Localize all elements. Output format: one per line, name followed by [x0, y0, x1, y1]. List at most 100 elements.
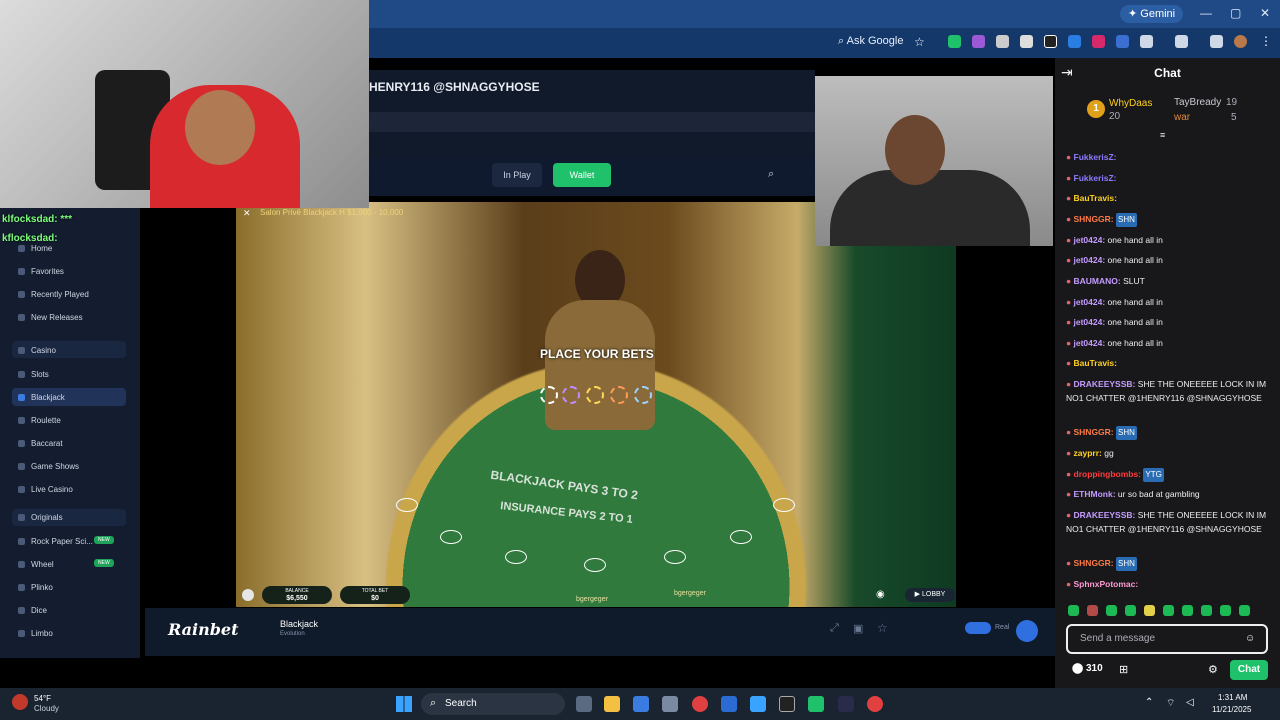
chip-button[interactable]: [562, 386, 580, 404]
extension-icon[interactable]: [1068, 35, 1081, 48]
betting-spot[interactable]: [584, 558, 606, 572]
sidebar-item-slots[interactable]: Slots: [18, 370, 49, 379]
chat-username[interactable]: ETHMonk:: [1074, 489, 1116, 499]
chrome-icon[interactable]: [692, 696, 708, 712]
chat-message-input[interactable]: Send a message: [1066, 624, 1268, 654]
emote-icon[interactable]: [1239, 605, 1250, 616]
windows-start-icon[interactable]: [396, 696, 412, 712]
maximize-button[interactable]: ▢: [1230, 6, 1241, 20]
speaker-icon[interactable]: ◁: [1186, 697, 1194, 708]
chat-username[interactable]: jet0424:: [1074, 338, 1106, 348]
emote-icon[interactable]: [1068, 605, 1079, 616]
sidebar-item-new-releases[interactable]: New Releases: [18, 313, 83, 322]
extension-icon[interactable]: [1116, 35, 1129, 48]
support-headset-icon[interactable]: [1016, 620, 1038, 642]
betting-spot[interactable]: [773, 498, 795, 512]
weather-desc[interactable]: Cloudy: [34, 704, 59, 713]
chat-username[interactable]: BauTravis:: [1074, 193, 1117, 203]
chat-username[interactable]: SphnxPotomac:: [1074, 579, 1139, 589]
chip-button[interactable]: [586, 386, 604, 404]
store-icon[interactable]: [662, 696, 678, 712]
chat-username[interactable]: DRAKEEYSSB:: [1074, 510, 1136, 520]
extension-icon[interactable]: [972, 35, 985, 48]
app-icon[interactable]: [838, 696, 854, 712]
sidebar-item-rock-paper-scissors[interactable]: Rock Paper Sci... NEW: [18, 536, 114, 546]
emote-icon[interactable]: [1087, 605, 1098, 616]
chat-username[interactable]: DRAKEEYSSB:: [1074, 379, 1136, 389]
extension-icon[interactable]: [948, 35, 961, 48]
chat-username[interactable]: jet0424:: [1074, 317, 1106, 327]
settings-icon[interactable]: [242, 589, 254, 601]
lobby-button[interactable]: ▶ LOBBY: [905, 588, 955, 602]
leaderboard-name[interactable]: TayBready: [1174, 97, 1221, 108]
sidebar-item-dice[interactable]: Dice: [18, 606, 47, 615]
app-icon[interactable]: [808, 696, 824, 712]
extension-icon[interactable]: [996, 35, 1009, 48]
sidebar-item-plinko[interactable]: Plinko: [18, 583, 53, 592]
chat-username[interactable]: SHNGGR:: [1074, 427, 1114, 437]
sidebar-item-roulette[interactable]: Roulette: [18, 416, 61, 425]
ask-google-button[interactable]: ⌕ Ask Google: [838, 35, 903, 48]
weather-icon[interactable]: [12, 694, 28, 710]
app-icon[interactable]: [750, 696, 766, 712]
channel-points[interactable]: ⬤ 310: [1072, 663, 1103, 674]
eye-icon[interactable]: ◉: [876, 589, 885, 600]
emote-icon[interactable]: [1163, 605, 1174, 616]
leaderboard-name[interactable]: WhyDaas: [1109, 98, 1152, 109]
betting-spot[interactable]: [664, 550, 686, 564]
chat-username[interactable]: jet0424:: [1074, 297, 1106, 307]
betting-spot[interactable]: [440, 530, 462, 544]
chat-username[interactable]: FukkerisZ:: [1074, 152, 1117, 162]
rainbet-logo[interactable]: Rainbet: [168, 620, 239, 639]
clock-time[interactable]: 1:31 AM: [1218, 693, 1247, 702]
sidebar-item-blackjack[interactable]: Blackjack: [18, 393, 65, 402]
leaderboard-expand-icon[interactable]: ≡: [1160, 130, 1165, 140]
betting-spot[interactable]: [396, 498, 418, 512]
tray-chevron-icon[interactable]: ⌃: [1145, 697, 1153, 708]
chip-button[interactable]: [634, 386, 652, 404]
favorite-star-icon[interactable]: ☆: [877, 621, 888, 635]
gift-icon[interactable]: ⊞: [1119, 663, 1128, 676]
chat-username[interactable]: jet0424:: [1074, 255, 1106, 265]
betting-spot[interactable]: [730, 530, 752, 544]
emote-picker-icon[interactable]: ☺: [1245, 633, 1255, 644]
taskbar-search[interactable]: Search: [421, 693, 565, 715]
theater-icon[interactable]: ▣: [853, 622, 863, 635]
chat-username[interactable]: BAUMANO:: [1074, 276, 1121, 286]
chat-username[interactable]: SHNGGR:: [1074, 558, 1114, 568]
sidepanel-icon[interactable]: [1175, 35, 1188, 48]
emote-icon[interactable]: [1144, 605, 1155, 616]
media-icon[interactable]: [1210, 35, 1223, 48]
clock-date[interactable]: 11/21/2025: [1212, 705, 1251, 714]
emote-icon[interactable]: [1220, 605, 1231, 616]
leaderboard-name[interactable]: war: [1174, 112, 1190, 123]
sidebar-item-live-casino[interactable]: Live Casino: [18, 485, 73, 494]
browser-menu-icon[interactable]: ⋮: [1260, 34, 1272, 48]
in-play-tab[interactable]: In Play: [492, 163, 542, 187]
emote-icon[interactable]: [1125, 605, 1136, 616]
chat-username[interactable]: droppingbombs:: [1074, 469, 1142, 479]
bookmark-star-icon[interactable]: ☆: [914, 35, 925, 49]
chip-button[interactable]: [540, 386, 558, 404]
sidebar-item-wheel[interactable]: Wheel NEW: [18, 559, 114, 569]
sidebar-item-originals[interactable]: Originals: [18, 513, 63, 522]
wifi-icon[interactable]: ⌔: [1166, 697, 1175, 710]
gemini-button[interactable]: ✦ Gemini: [1120, 5, 1184, 23]
real-mode-toggle[interactable]: [965, 622, 991, 634]
mail-icon[interactable]: [721, 696, 737, 712]
sidebar-item-casino[interactable]: Casino: [18, 346, 56, 355]
minimize-button[interactable]: —: [1200, 6, 1212, 20]
fullscreen-icon[interactable]: ⤢: [830, 622, 839, 635]
chrome-icon[interactable]: [867, 696, 883, 712]
chat-username[interactable]: zayprr:: [1074, 448, 1102, 458]
sidebar-item-limbo[interactable]: Limbo: [18, 629, 53, 638]
chat-username[interactable]: SHNGGR:: [1074, 214, 1114, 224]
chat-username[interactable]: BauTravis:: [1074, 358, 1117, 368]
search-icon[interactable]: ⌕: [768, 168, 774, 181]
weather-temp[interactable]: 54°F: [34, 694, 51, 703]
rainbet-search-bar[interactable]: [369, 112, 815, 132]
chat-username[interactable]: jet0424:: [1074, 235, 1106, 245]
chat-settings-gear-icon[interactable]: ⚙: [1208, 663, 1218, 676]
sidebar-item-baccarat[interactable]: Baccarat: [18, 439, 63, 448]
extension-icon[interactable]: [1092, 35, 1105, 48]
